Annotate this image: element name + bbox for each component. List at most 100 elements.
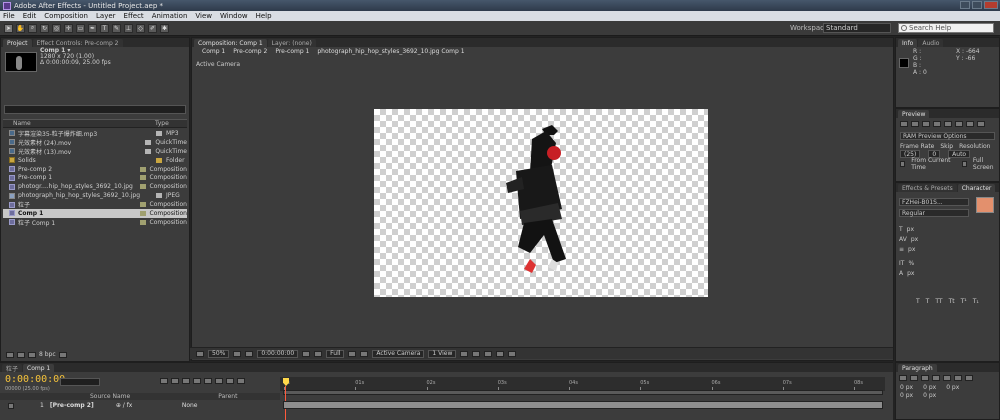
layer-duration-bar[interactable] — [283, 401, 883, 409]
always-preview-icon[interactable] — [196, 350, 204, 357]
label-color-swatch[interactable] — [139, 219, 146, 225]
roto-brush-tool-icon[interactable]: ✐ — [148, 23, 157, 33]
mask-rectangle-tool-icon[interactable]: ▭ — [76, 23, 85, 33]
timeline-current-time[interactable]: 0:00:00:00 — [5, 374, 65, 385]
pan-behind-tool-icon[interactable]: ✛ — [64, 23, 73, 33]
tab-composition[interactable]: Composition: Comp 1 — [194, 39, 267, 47]
show-channel-icon[interactable] — [314, 350, 323, 357]
pen-tool-icon[interactable]: ✒ — [88, 23, 97, 33]
layer-name[interactable]: [Pre-comp 2] — [50, 402, 110, 409]
fast-previews-icon[interactable] — [472, 350, 481, 357]
resolution-select[interactable]: Full — [326, 349, 345, 358]
breadcrumb-comp-1[interactable]: Comp 1 — [202, 48, 225, 55]
faux-italic-button[interactable]: T — [926, 298, 930, 305]
font-style-select[interactable]: Regular — [899, 209, 969, 217]
loop-icon[interactable] — [966, 121, 974, 127]
new-folder-icon[interactable] — [17, 351, 25, 358]
auto-keyframe-icon[interactable] — [226, 378, 234, 384]
hide-shy-layers-icon[interactable] — [182, 378, 190, 384]
previous-frame-icon[interactable] — [911, 121, 919, 127]
tab-effect-controls[interactable]: Effect Controls: Pre-comp 2 — [32, 39, 123, 47]
menu-animation[interactable]: Animation — [152, 12, 188, 20]
label-color-swatch[interactable] — [145, 148, 152, 154]
menu-effect[interactable]: Effect — [124, 12, 144, 20]
timeline-layer-row[interactable]: 1 [Pre-comp 2] ⊕ / fx None — [0, 401, 280, 410]
minimize-button[interactable] — [960, 1, 970, 9]
camera-tool-icon[interactable]: ◎ — [52, 23, 61, 33]
interpret-footage-icon[interactable] — [6, 351, 14, 358]
timeline-toggle-icon[interactable] — [484, 350, 493, 357]
faux-bold-button[interactable]: T — [916, 298, 920, 305]
tab-preview[interactable]: Preview — [898, 110, 930, 118]
workspace-select[interactable]: Standard — [823, 23, 891, 33]
comp-mini-flowchart-icon[interactable] — [160, 378, 168, 384]
draft-3d-icon[interactable] — [171, 378, 179, 384]
camera-select[interactable]: Active Camera — [372, 349, 425, 358]
column-source-name[interactable]: Source Name — [90, 393, 130, 400]
menu-layer[interactable]: Layer — [96, 12, 116, 20]
reset-exposure-icon[interactable] — [508, 350, 517, 357]
menu-view[interactable]: View — [195, 12, 212, 20]
tab-audio[interactable]: Audio — [918, 39, 944, 47]
justify-left-icon[interactable] — [932, 375, 940, 381]
maximize-button[interactable] — [972, 1, 982, 9]
breadcrumb-pre-comp-2[interactable]: Pre-comp 2 — [233, 48, 267, 55]
close-button[interactable] — [984, 1, 998, 9]
audio-toggle-icon[interactable] — [955, 121, 963, 127]
rotate-tool-icon[interactable]: ↻ — [40, 23, 49, 33]
label-color-swatch[interactable] — [139, 202, 146, 208]
label-color-swatch[interactable] — [145, 139, 152, 145]
time-ruler[interactable]: 0s01s02s03s04s05s06s07s08s — [280, 377, 885, 391]
tab-paragraph[interactable]: Paragraph — [898, 364, 937, 372]
project-search-input[interactable] — [4, 105, 186, 114]
view-layout-select[interactable]: 1 View — [428, 349, 457, 358]
kerning-unit[interactable]: px — [911, 235, 918, 245]
space-before-value[interactable]: 0 px — [900, 392, 913, 400]
space-after-value[interactable]: 0 px — [923, 392, 936, 400]
list-item[interactable]: photogr....hip_hop_styles_3692_10.jpg Co… — [3, 182, 187, 191]
menu-help[interactable]: Help — [256, 12, 272, 20]
layer-parent-select[interactable]: None — [182, 402, 198, 409]
hand-tool-icon[interactable]: ✋ — [16, 23, 25, 33]
menu-edit[interactable]: Edit — [23, 12, 37, 20]
selection-tool-icon[interactable]: ➤ — [4, 23, 13, 33]
layer-switches-icon[interactable]: ⊕ / fx — [116, 402, 156, 409]
timeline-search-input[interactable] — [60, 378, 100, 386]
tab-effects-presets[interactable]: Effects & Presets — [898, 184, 957, 192]
label-color-swatch[interactable] — [156, 130, 162, 136]
transparency-grid-icon[interactable] — [360, 350, 369, 357]
motion-blur-icon[interactable] — [204, 378, 212, 384]
grid-toggle-icon[interactable] — [233, 350, 242, 357]
list-item[interactable]: Comp 1 Composition — [3, 209, 187, 218]
breadcrumb-jpg-comp[interactable]: photograph_hip_hop_styles_3692_10.jpg Co… — [317, 48, 464, 55]
font-size-unit[interactable]: px — [907, 225, 914, 235]
align-right-icon[interactable] — [921, 375, 929, 381]
all-caps-button[interactable]: TT — [935, 298, 942, 305]
indent-right-value[interactable]: 0 px — [923, 384, 936, 392]
list-item[interactable]: 字幕渲染35-粒子爆炸细.mp3 MP3 — [3, 129, 187, 138]
last-frame-icon[interactable] — [944, 121, 952, 127]
label-color-swatch[interactable] — [139, 184, 146, 190]
snapshot-icon[interactable] — [302, 350, 311, 357]
vertical-scale-unit[interactable]: % — [908, 259, 914, 269]
work-area-bar[interactable] — [283, 390, 883, 395]
play-icon[interactable] — [922, 121, 930, 127]
search-help-input[interactable]: Search Help — [898, 23, 994, 33]
magnification-select[interactable]: 50% — [208, 349, 230, 358]
region-of-interest-icon[interactable] — [348, 350, 357, 357]
tab-project[interactable]: Project — [3, 39, 32, 47]
align-center-icon[interactable] — [910, 375, 918, 381]
list-item[interactable]: 粒子 Composition — [3, 200, 187, 209]
eraser-tool-icon[interactable]: ◇ — [136, 23, 145, 33]
baseline-shift-unit[interactable]: px — [907, 269, 914, 279]
column-name[interactable]: Name — [3, 120, 149, 127]
label-color-swatch[interactable] — [139, 175, 146, 181]
breadcrumb-pre-comp-1[interactable]: Pre-comp 1 — [275, 48, 309, 55]
brainstorm-icon[interactable] — [215, 378, 223, 384]
list-item[interactable]: Pre-comp 2 Composition — [3, 165, 187, 174]
label-color-swatch[interactable] — [156, 157, 162, 163]
stroke-width-unit[interactable]: px — [908, 245, 915, 255]
indent-first-value[interactable]: 0 px — [946, 384, 959, 392]
justify-center-icon[interactable] — [943, 375, 951, 381]
indent-left-value[interactable]: 0 px — [900, 384, 913, 392]
